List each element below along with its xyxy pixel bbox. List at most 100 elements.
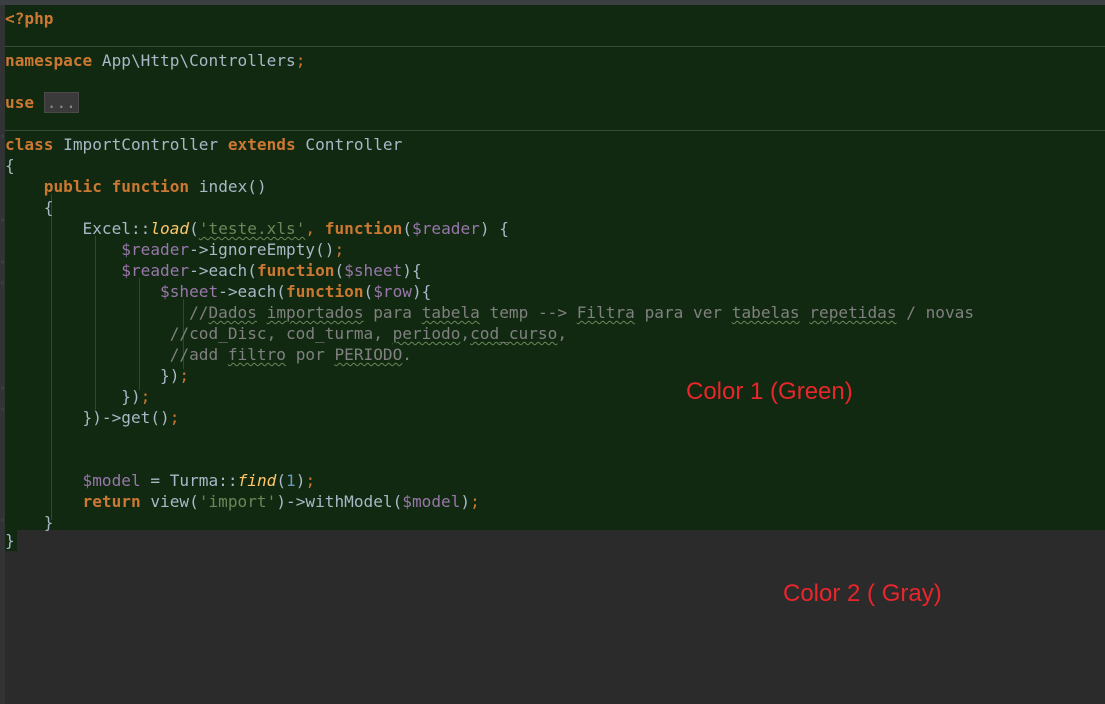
code-line-sheet-each: $sheet->each(function($row){ bbox=[5, 281, 431, 302]
code-text: ( bbox=[276, 471, 287, 490]
keyword: function bbox=[256, 261, 335, 280]
comment-text: //add bbox=[5, 345, 228, 364]
code-text: ->each( bbox=[189, 261, 257, 280]
number-literal: 1 bbox=[286, 471, 296, 490]
code-line-model: $model = Turma::find(1); bbox=[5, 470, 316, 491]
variable: $reader bbox=[121, 240, 190, 259]
keyword: class bbox=[5, 135, 64, 154]
code-text: Excel:: bbox=[5, 219, 151, 238]
code-text: ) { bbox=[479, 219, 509, 238]
code-line-namespace: namespace App\Http\Controllers; bbox=[5, 50, 305, 71]
method-separator bbox=[5, 46, 1105, 47]
code-text: ){ bbox=[402, 261, 422, 280]
code-text: ( bbox=[189, 219, 199, 238]
keyword: function bbox=[111, 177, 199, 196]
semicolon: ; bbox=[140, 387, 151, 406]
comment-text: PERIODO bbox=[334, 345, 403, 364]
code-text: ) bbox=[295, 471, 306, 490]
code-line-ignore-empty: $reader->ignoreEmpty(); bbox=[5, 239, 344, 260]
code-line-method: public function index() bbox=[5, 176, 267, 197]
comment-text bbox=[800, 303, 810, 322]
comment-text: //cod_Disc, cod_turma, bbox=[5, 324, 393, 343]
keyword: namespace bbox=[5, 51, 102, 70]
parent-class-name: Controller bbox=[305, 135, 403, 154]
method-name: index() bbox=[198, 177, 267, 196]
static-call: load bbox=[150, 219, 190, 238]
comment-text bbox=[257, 303, 267, 322]
fold-marker-icon[interactable]: ◦ bbox=[0, 217, 5, 225]
keyword: extends bbox=[227, 135, 306, 154]
fold-marker-icon[interactable]: ◦ bbox=[0, 517, 5, 525]
code-line-comment: //cod_Disc, cod_turma, periodo,cod_curso… bbox=[5, 323, 567, 344]
code-line-brace: { bbox=[5, 197, 54, 218]
comment-text: por bbox=[286, 345, 335, 364]
code-text: = Turma:: bbox=[140, 471, 238, 490]
semicolon: ; bbox=[470, 492, 480, 511]
semicolon: ; bbox=[305, 471, 316, 490]
variable: $model bbox=[82, 471, 141, 490]
keyword: use bbox=[5, 93, 44, 112]
code-text: )->withModel( bbox=[276, 492, 403, 511]
variable: $reader bbox=[121, 261, 190, 280]
comment-text: tabelas bbox=[731, 303, 800, 322]
code-text: ->each( bbox=[218, 282, 286, 301]
class-name: ImportController bbox=[63, 135, 228, 154]
folded-imports[interactable]: ... bbox=[43, 92, 79, 113]
code-line-comment: //Dados importados para tabela temp --> … bbox=[5, 302, 974, 323]
comma: , bbox=[305, 219, 325, 238]
semicolon: ; bbox=[334, 240, 345, 259]
code-text: ->ignoreEmpty() bbox=[189, 240, 335, 259]
code-line-use: use ... bbox=[5, 92, 79, 113]
semicolon: ; bbox=[169, 408, 180, 427]
code-text: ( bbox=[363, 282, 374, 301]
semicolon: ; bbox=[179, 366, 190, 385]
comment-text: importados bbox=[266, 303, 364, 322]
string-literal: 'import' bbox=[198, 492, 277, 511]
code-line-close: }); bbox=[5, 365, 189, 386]
code-text: }) bbox=[5, 366, 180, 385]
comment-text: cod_curso bbox=[470, 324, 558, 343]
method-separator bbox=[5, 130, 1105, 131]
code-line-brace: { bbox=[5, 155, 15, 176]
code-line-class: class ImportController extends Controlle… bbox=[5, 134, 402, 155]
fold-marker-icon[interactable]: ◦ bbox=[0, 280, 5, 288]
code-text: ) bbox=[460, 492, 471, 511]
namespace-path: App\Http\Controllers bbox=[101, 51, 296, 70]
comment-text: temp --> bbox=[479, 303, 577, 322]
fold-marker-icon[interactable]: ◦ bbox=[0, 385, 5, 393]
string-literal: 'teste.xls' bbox=[198, 219, 306, 238]
comment-text: // bbox=[5, 303, 209, 322]
variable: $sheet bbox=[160, 282, 219, 301]
variable: $row bbox=[373, 282, 412, 301]
fold-marker-icon[interactable]: ◦ bbox=[0, 406, 5, 414]
code-text: })->get() bbox=[5, 408, 170, 427]
code-line-return: return view('import')->withModel($model)… bbox=[5, 491, 480, 512]
fold-marker-icon[interactable]: ◦ bbox=[0, 259, 5, 267]
code-line-final-brace: } bbox=[5, 530, 17, 551]
comment-text: Dados bbox=[208, 303, 257, 322]
comment-text: para ver bbox=[634, 303, 732, 322]
code-text: ( bbox=[334, 261, 345, 280]
code-text: view( bbox=[150, 492, 199, 511]
code-text: ( bbox=[402, 219, 413, 238]
comment-text: / novas bbox=[896, 303, 975, 322]
fold-marker-icon[interactable]: ◦ bbox=[0, 133, 5, 141]
brace: { bbox=[5, 198, 54, 217]
keyword: function bbox=[324, 219, 403, 238]
variable: $sheet bbox=[344, 261, 403, 280]
variable: $model bbox=[402, 492, 461, 511]
code-text: ){ bbox=[411, 282, 432, 301]
comment-text: repetidas bbox=[809, 303, 897, 322]
code-editor-green-region[interactable]: <?php namespace App\Http\Controllers; us… bbox=[5, 5, 1105, 532]
keyword: function bbox=[286, 282, 364, 301]
brace: } bbox=[5, 531, 15, 550]
keyword: return bbox=[82, 492, 151, 511]
comment-text: Filtra bbox=[576, 303, 635, 322]
variable: $reader bbox=[412, 219, 480, 238]
keyword: public bbox=[5, 177, 112, 196]
